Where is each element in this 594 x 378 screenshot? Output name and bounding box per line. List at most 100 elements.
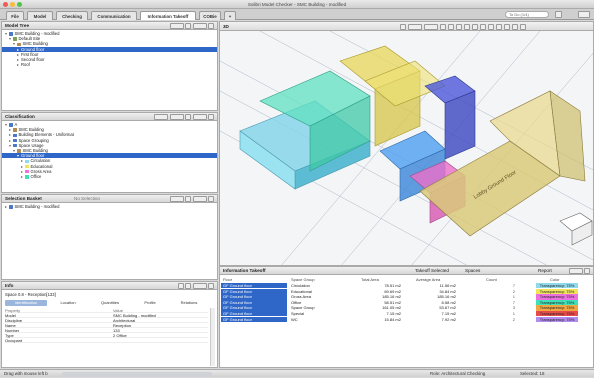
window-title-bar: Solibri Model Checker - SMC Building - m…: [0, 0, 594, 9]
information-takeoff-panel: Information Takeoff Takeoff Selected Spa…: [219, 266, 594, 368]
report-button[interactable]: Report: [538, 267, 552, 275]
total-area-cell: 161.05 m2: [382, 305, 401, 311]
zoom-window-button[interactable]: [17, 2, 22, 7]
space-group-cell: Special: [291, 311, 305, 316]
tree-item-roof[interactable]: ▸ Roof: [2, 62, 217, 67]
info-subject: Space 0.8 - Reception[133]: [5, 292, 56, 297]
tab-checking[interactable]: Checking: [56, 10, 88, 20]
panel-options-icon[interactable]: [208, 114, 214, 120]
classification-panel: Classification ▾ A ▸ SMC Building ▸ Buildin…: [1, 112, 218, 193]
selection-basket-panel: Selection Basket No Selection ▸ SMC Build…: [1, 194, 218, 280]
space-group-cell: Circulation: [291, 283, 310, 288]
selection-filter-select[interactable]: No Selection: [74, 195, 100, 203]
help-button[interactable]: [578, 11, 590, 18]
model-tree-header: Model Tree: [2, 22, 217, 30]
section-icon[interactable]: [440, 23, 446, 30]
tab-cobie[interactable]: COBie: [199, 10, 221, 20]
count-cell: 3: [512, 305, 515, 311]
col-color[interactable]: Color: [550, 277, 560, 282]
panel-options-icon[interactable]: [208, 283, 214, 289]
color-cell: Transparency: 75%: [536, 283, 578, 289]
tab-communication[interactable]: Communication: [91, 10, 137, 20]
pan-icon[interactable]: [512, 23, 518, 30]
color-icon[interactable]: [464, 23, 470, 30]
takeoff-row[interactable]: GF Ground floor Special 7.15 m2 7.15 m2 1 Tra…: [221, 311, 592, 317]
takeoff-row[interactable]: GF Ground floor Gross Area 185.16 m2 185.16…: [221, 294, 592, 300]
spaces-dropdown[interactable]: Spaces: [465, 267, 480, 275]
average-area-cell: 11.56 m2: [439, 283, 456, 288]
expand-collapse-button[interactable]: [192, 23, 207, 29]
takeoff-tools-button[interactable]: [568, 268, 583, 274]
takeoff-row[interactable]: GF Ground floor Educational 69.69 m2 34.84 …: [221, 288, 592, 294]
floor-cell: GF Ground floor: [221, 316, 287, 322]
info-button[interactable]: [424, 23, 438, 30]
total-area-cell: 69.69 m2: [384, 288, 401, 294]
floor-cell: GF Ground floor: [221, 283, 287, 289]
walk-icon[interactable]: [496, 23, 502, 30]
zoom-in-icon[interactable]: [472, 23, 478, 30]
info-tab-quantities[interactable]: Quantities: [90, 300, 130, 306]
zoom-out-icon[interactable]: [480, 23, 486, 30]
tab-information-takeoff[interactable]: Information Takeoff: [140, 10, 196, 20]
takeoff-row[interactable]: GF Ground floor Space Group 161.05 m2 53.67…: [221, 305, 592, 311]
info-tab-identification[interactable]: Identification: [5, 300, 47, 306]
basket-remove-icon[interactable]: [185, 196, 191, 202]
search-icon[interactable]: [555, 11, 562, 18]
filter-icon[interactable]: [185, 23, 191, 29]
grid-icon[interactable]: [456, 23, 462, 30]
navigation-cube[interactable]: [559, 212, 593, 246]
floor-cell: GF Ground floor: [221, 299, 287, 306]
floor-cell: GF Ground floor: [221, 288, 287, 294]
color-cell: Transparency: 75%: [536, 316, 578, 322]
tab-model[interactable]: Model: [27, 10, 53, 20]
info-tab-relations[interactable]: Relations: [170, 300, 208, 306]
basket-item-model[interactable]: ▸ SMC Building - modified: [2, 204, 217, 209]
rotate-icon[interactable]: [504, 23, 510, 30]
col-count[interactable]: Count: [486, 277, 497, 282]
building-model-3d[interactable]: Lobby Ground Floor: [220, 31, 594, 266]
col-space-group[interactable]: Space Group: [291, 277, 315, 282]
add-tab-button[interactable]: +: [224, 10, 236, 20]
panel-options-icon[interactable]: [208, 23, 214, 29]
col-average-area[interactable]: Average Area: [416, 277, 440, 282]
info-options-button[interactable]: [192, 283, 207, 289]
close-window-button[interactable]: [3, 2, 8, 7]
col-floor[interactable]: Floor: [223, 277, 232, 282]
col-total-area[interactable]: Total Area: [361, 277, 379, 282]
classification-select-button[interactable]: [154, 114, 168, 120]
takeoff-row[interactable]: GF Ground floor WC 15.84 m2 7.92 m2 2 Transpa…: [221, 316, 592, 322]
space-group-cell: Gross Area: [291, 294, 312, 300]
back-arrow-icon[interactable]: [177, 283, 184, 289]
takeoff-header: Information Takeoff Takeoff Selected Spa…: [220, 267, 593, 275]
info-tab-location[interactable]: Location: [48, 300, 88, 306]
space-group-cell: Space Group: [291, 305, 315, 311]
forward-arrow-icon[interactable]: [185, 283, 191, 289]
measure-icon[interactable]: [448, 23, 454, 30]
takeoff-row[interactable]: GF Ground floor Office 58.51 m2 8.58 m2 7 Tra…: [221, 299, 592, 306]
todo-search-input[interactable]: To Do (1/4): [505, 11, 549, 18]
tree-layout-button[interactable]: [169, 23, 184, 29]
basket-tools-button[interactable]: [192, 196, 207, 202]
total-area-cell: 7.15 m2: [386, 311, 401, 316]
fit-icon[interactable]: [488, 23, 494, 30]
class-item-office[interactable]: ▸ Office: [2, 174, 217, 179]
expand-collapse-button[interactable]: [192, 114, 207, 120]
visibility-button[interactable]: [408, 23, 422, 30]
takeoff-row[interactable]: GF Ground floor Circulation 78.51 m2 11.56 …: [221, 283, 592, 289]
panel-options-icon[interactable]: [584, 268, 590, 274]
tab-file[interactable]: File: [6, 10, 24, 20]
info-tab-profile[interactable]: Profile: [132, 300, 168, 306]
panel-options-icon[interactable]: [208, 196, 214, 202]
space-group-cell: WC: [291, 316, 298, 322]
takeoff-selector[interactable]: Takeoff Selected: [415, 267, 449, 275]
settings-icon[interactable]: [520, 23, 526, 30]
color-icon[interactable]: [185, 114, 191, 120]
basket-add-button[interactable]: [169, 196, 184, 202]
3d-viewport[interactable]: 3D Lobby Ground Floor: [219, 21, 594, 266]
info-scrollbar[interactable]: [210, 308, 215, 366]
color-cell: Transparency: 75%: [536, 288, 578, 294]
classification-filter-button[interactable]: [169, 114, 184, 120]
minimize-window-button[interactable]: [10, 2, 15, 7]
space-group-cell: Office: [291, 299, 302, 305]
camera-icon[interactable]: [400, 23, 406, 30]
